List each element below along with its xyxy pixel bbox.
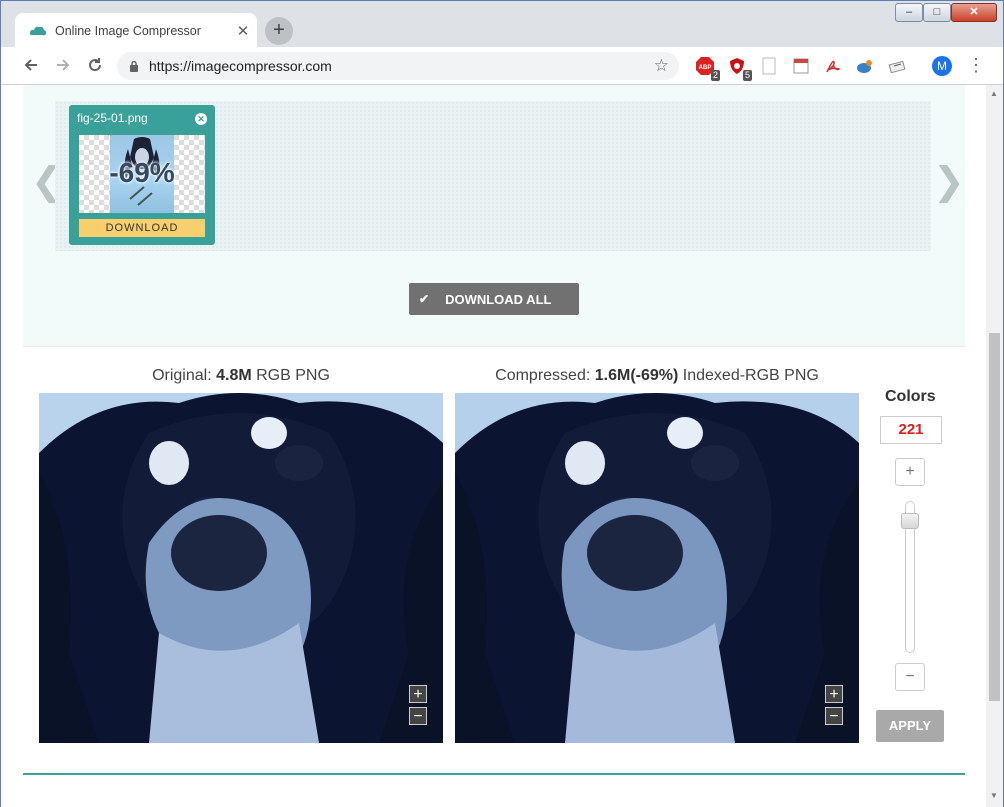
colors-slider-handle[interactable]: [901, 513, 919, 529]
blank-page-extension-icon[interactable]: [760, 57, 778, 75]
colors-title: Colors: [885, 388, 936, 405]
zoom-in-button[interactable]: +: [409, 685, 427, 703]
tab-title: Online Image Compressor: [55, 23, 201, 38]
cloud-extension-icon[interactable]: [856, 57, 874, 75]
file-card: fig-25-01.png ✕ -69% DOWNLOAD: [69, 105, 215, 245]
forward-icon[interactable]: [53, 56, 73, 76]
download-button[interactable]: DOWNLOAD: [79, 219, 205, 237]
edit-extension-icon[interactable]: [888, 57, 906, 75]
apply-button[interactable]: APPLY: [876, 710, 944, 742]
scroll-thumb[interactable]: [989, 333, 1000, 701]
page-scrollbar[interactable]: ▲ ▼: [986, 85, 1003, 807]
browser-window: Online Image Compressor ✕ + – □ ✕ https:…: [0, 0, 1004, 807]
browser-toolbar: https://imagecompressor.com ☆ ABP 2 5 M …: [1, 47, 1003, 85]
scroll-up-icon[interactable]: ▲: [990, 89, 998, 98]
address-bar[interactable]: https://imagecompressor.com ☆: [117, 52, 679, 80]
zoom-out-button[interactable]: −: [409, 707, 427, 725]
original-format: RGB PNG: [256, 367, 330, 384]
file-name: fig-25-01.png: [77, 111, 148, 125]
svg-text:ABP: ABP: [699, 65, 712, 71]
download-all-label: DOWNLOAD ALL: [445, 291, 552, 307]
maximize-button[interactable]: □: [923, 3, 951, 22]
compressed-image[interactable]: + −: [455, 393, 859, 743]
original-size: 4.8M: [216, 367, 252, 384]
calendar-extension-icon[interactable]: [792, 57, 810, 75]
page-viewport: ❮ ❯ fig-25-01.png ✕ -69% DOWNLOAD ✔ DOWN…: [1, 85, 1003, 807]
zoom-out-button[interactable]: −: [825, 707, 843, 725]
remove-file-icon[interactable]: ✕: [195, 113, 207, 125]
minimize-button[interactable]: –: [895, 3, 923, 22]
colors-increase-button[interactable]: +: [895, 458, 925, 486]
page-content: ❮ ❯ fig-25-01.png ✕ -69% DOWNLOAD ✔ DOWN…: [23, 85, 965, 807]
back-icon[interactable]: [21, 56, 41, 76]
lock-icon: [130, 60, 138, 72]
compressed-prefix: Compressed:: [495, 367, 591, 384]
bookmark-star-icon[interactable]: ☆: [654, 56, 669, 76]
original-prefix: Original:: [152, 367, 212, 384]
close-window-button[interactable]: ✕: [951, 3, 997, 22]
browser-tab[interactable]: Online Image Compressor ✕: [15, 13, 257, 48]
pdf-extension-icon[interactable]: [824, 57, 842, 75]
url-text: https://imagecompressor.com: [149, 58, 332, 74]
compressed-format: Indexed-RGB PNG: [682, 367, 819, 384]
colors-decrease-button[interactable]: −: [895, 663, 925, 691]
next-arrow-icon[interactable]: ❯: [933, 159, 965, 204]
new-tab-button[interactable]: +: [265, 17, 293, 45]
tab-close-icon[interactable]: ✕: [229, 22, 257, 40]
footer-accent-line: [23, 773, 965, 775]
title-bar: Online Image Compressor ✕ + – □ ✕: [1, 1, 1003, 48]
compressed-label: Compressed: 1.6M(-69%) Indexed-RGB PNG: [455, 367, 859, 385]
compressed-size: 1.6M(-69%): [594, 367, 679, 384]
file-thumbnail: -69%: [79, 135, 205, 213]
profile-avatar[interactable]: M: [932, 56, 952, 76]
cloud-favicon-icon: [29, 26, 47, 35]
colors-input[interactable]: 221: [880, 416, 942, 444]
download-all-button[interactable]: ✔ DOWNLOAD ALL: [409, 283, 579, 315]
ublock-extension-icon[interactable]: 5: [728, 57, 752, 81]
browser-menu-icon[interactable]: ⋮: [967, 55, 985, 76]
zoom-in-button[interactable]: +: [825, 685, 843, 703]
scroll-down-icon[interactable]: ▼: [990, 791, 998, 800]
check-icon: ✔: [419, 292, 430, 306]
adblock-badge: 2: [710, 70, 720, 81]
reload-icon[interactable]: [85, 56, 105, 76]
ublock-badge: 5: [742, 70, 752, 81]
reduction-percent: -69%: [109, 157, 175, 188]
compare-area: Original: 4.8M RGB PNG Compressed: 1.6M(…: [23, 347, 965, 807]
adblock-extension-icon[interactable]: ABP 2: [696, 57, 720, 81]
original-image[interactable]: + −: [39, 393, 443, 743]
thumbnail-strip: fig-25-01.png ✕ -69% DOWNLOAD: [55, 101, 931, 251]
original-label: Original: 4.8M RGB PNG: [39, 367, 443, 385]
window-controls: – □ ✕: [895, 3, 997, 22]
